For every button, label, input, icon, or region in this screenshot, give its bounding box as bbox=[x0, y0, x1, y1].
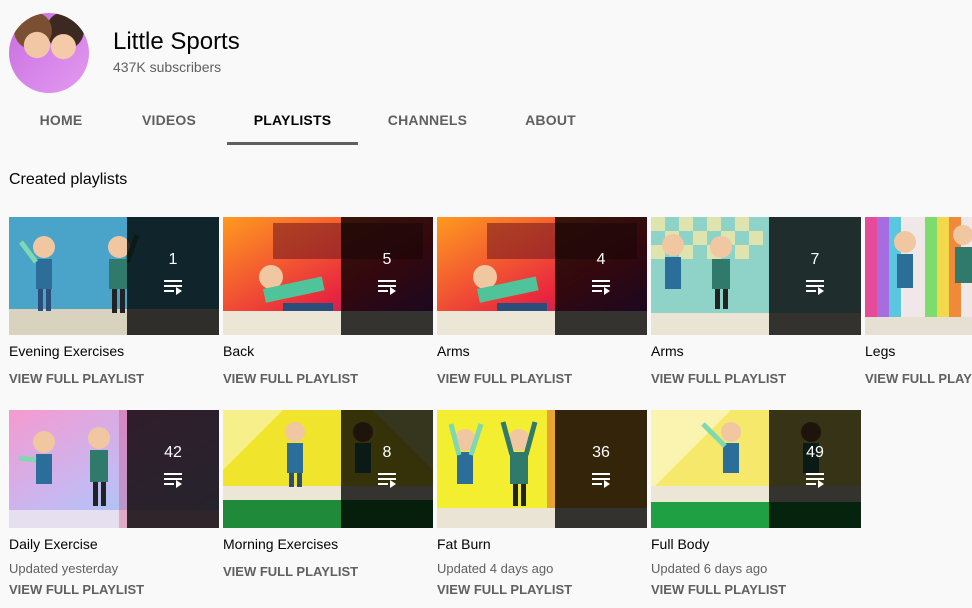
view-full-playlist-link[interactable]: VIEW FULL PLAYLIST bbox=[9, 582, 144, 597]
playlist-thumbnail[interactable]: 7 bbox=[651, 217, 861, 335]
playlist-thumbnail[interactable]: 42 bbox=[9, 410, 219, 528]
playlist-updated: Updated yesterday bbox=[9, 561, 119, 576]
playlist-thumbnail[interactable]: 8 bbox=[223, 410, 433, 528]
video-count: 5 bbox=[382, 251, 392, 268]
video-count: 8 bbox=[382, 444, 392, 461]
playlist-updated: Updated 4 days ago bbox=[437, 561, 554, 576]
playlist-count-overlay: 42 bbox=[127, 410, 219, 528]
channel-name[interactable]: Little Sports bbox=[113, 28, 240, 56]
playlist-updated: Updated 6 days ago bbox=[651, 561, 768, 576]
playlist-title[interactable]: Full Body bbox=[651, 536, 709, 552]
video-count: 7 bbox=[810, 251, 820, 268]
playlist-title[interactable]: Legs bbox=[865, 343, 895, 359]
tab-channels[interactable]: CHANNELS bbox=[362, 98, 493, 145]
subscriber-count: 437K subscribers bbox=[113, 59, 222, 75]
channel-avatar[interactable] bbox=[9, 13, 89, 93]
playlist-icon bbox=[164, 473, 182, 488]
view-full-playlist-link[interactable]: VIEW FULL PLAYLIST bbox=[437, 371, 572, 386]
video-count: 4 bbox=[596, 251, 606, 268]
playlist-title[interactable]: Daily Exercise bbox=[9, 536, 98, 552]
channel-tabs: HOME VIDEOS PLAYLISTS CHANNELS ABOUT bbox=[0, 98, 972, 145]
playlist-count-overlay: 4 bbox=[555, 217, 647, 335]
playlist-icon bbox=[806, 280, 824, 295]
tab-playlists[interactable]: PLAYLISTS bbox=[227, 98, 358, 145]
view-full-playlist-link[interactable]: VIEW FULL PLAYLIST bbox=[223, 564, 358, 579]
playlist-thumbnail[interactable]: 4 bbox=[437, 217, 647, 335]
playlist-icon bbox=[378, 473, 396, 488]
video-count: 42 bbox=[164, 444, 182, 461]
playlist-title[interactable]: Fat Burn bbox=[437, 536, 491, 552]
video-count: 49 bbox=[806, 444, 824, 461]
view-full-playlist-link[interactable]: VIEW FULL PLAYLIST bbox=[651, 582, 786, 597]
view-full-playlist-link[interactable]: VIEW FULL PLAYLIST bbox=[651, 371, 786, 386]
playlist-thumbnail[interactable]: 49 bbox=[651, 410, 861, 528]
channel-header: Little Sports 437K subscribers HOME VIDE… bbox=[0, 0, 972, 145]
playlist-thumbnail[interactable] bbox=[865, 217, 972, 335]
playlist-title[interactable]: Evening Exercises bbox=[9, 343, 124, 359]
playlist-count-overlay: 5 bbox=[341, 217, 433, 335]
playlist-count-overlay: 1 bbox=[127, 217, 219, 335]
playlist-title[interactable]: Arms bbox=[651, 343, 684, 359]
playlist-icon bbox=[592, 280, 610, 295]
playlist-thumbnail[interactable]: 1 bbox=[9, 217, 219, 335]
playlist-card: Legs VIEW FULL PLAYLIST bbox=[865, 217, 972, 397]
video-count: 36 bbox=[592, 444, 610, 461]
playlist-icon bbox=[378, 280, 396, 295]
playlist-icon bbox=[806, 473, 824, 488]
playlist-thumbnail[interactable]: 36 bbox=[437, 410, 647, 528]
playlist-thumbnail[interactable]: 5 bbox=[223, 217, 433, 335]
playlist-title[interactable]: Morning Exercises bbox=[223, 536, 338, 552]
thumbnail-art bbox=[865, 217, 972, 335]
video-count: 1 bbox=[168, 251, 178, 268]
playlist-count-overlay: 49 bbox=[769, 410, 861, 528]
tab-home[interactable]: HOME bbox=[9, 98, 113, 145]
playlist-count-overlay: 7 bbox=[769, 217, 861, 335]
view-full-playlist-link[interactable]: VIEW FULL PLAYLIST bbox=[437, 582, 572, 597]
tab-about[interactable]: ABOUT bbox=[497, 98, 604, 145]
playlist-count-overlay: 8 bbox=[341, 410, 433, 528]
playlist-title[interactable]: Back bbox=[223, 343, 254, 359]
section-title: Created playlists bbox=[9, 171, 128, 188]
view-full-playlist-link[interactable]: VIEW FULL PLAYLIST bbox=[9, 371, 144, 386]
view-full-playlist-link[interactable]: VIEW FULL PLAYLIST bbox=[865, 371, 972, 386]
playlist-count-overlay: 36 bbox=[555, 410, 647, 528]
playlist-icon bbox=[592, 473, 610, 488]
view-full-playlist-link[interactable]: VIEW FULL PLAYLIST bbox=[223, 371, 358, 386]
playlist-title[interactable]: Arms bbox=[437, 343, 470, 359]
tab-videos[interactable]: VIDEOS bbox=[117, 98, 221, 145]
playlist-icon bbox=[164, 280, 182, 295]
